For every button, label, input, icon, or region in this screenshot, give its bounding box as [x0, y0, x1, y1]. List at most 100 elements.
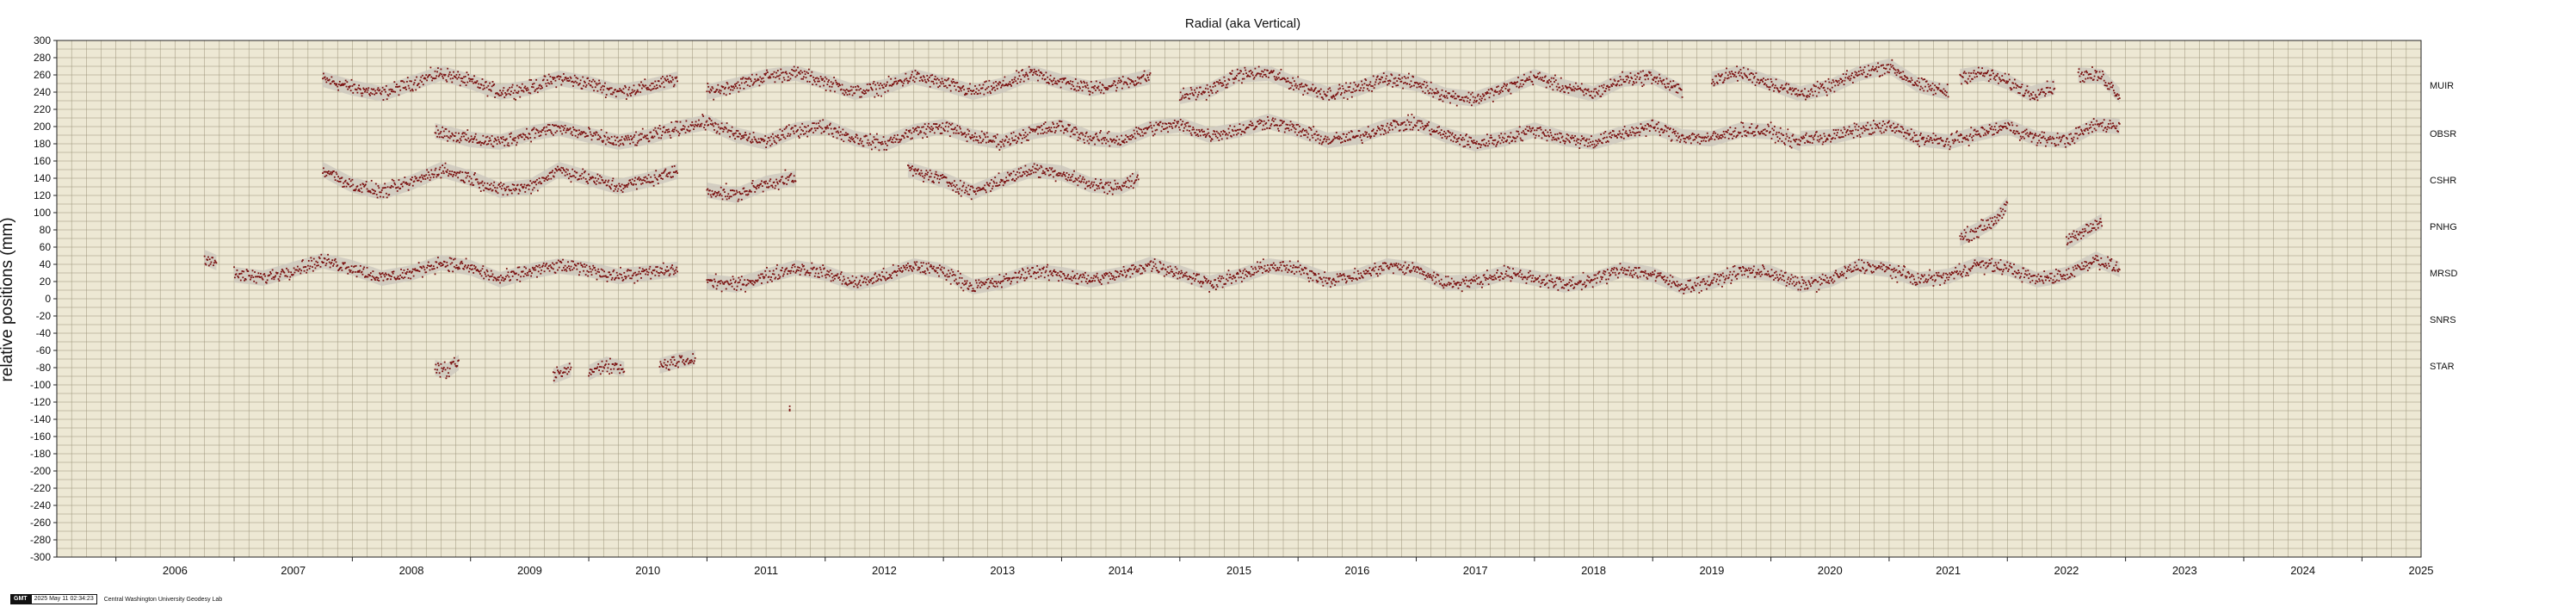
data-point: [2006, 82, 2009, 84]
data-point: [866, 142, 868, 145]
data-point: [1912, 140, 1915, 143]
data-point: [717, 123, 720, 126]
data-point: [1560, 141, 1561, 144]
data-point: [1578, 147, 1581, 149]
data-point: [391, 178, 393, 181]
data-point: [699, 123, 701, 126]
data-point: [729, 93, 731, 95]
data-point: [1718, 135, 1720, 138]
data-point: [1158, 124, 1160, 127]
data-point: [1461, 96, 1464, 99]
data-point: [912, 127, 914, 129]
data-point: [982, 84, 985, 86]
data-point: [873, 80, 875, 83]
data-point: [656, 132, 658, 134]
data-point: [732, 89, 734, 91]
data-point: [1140, 128, 1143, 131]
data-point: [1825, 91, 1827, 93]
data-point: [826, 125, 829, 127]
data-point: [463, 135, 465, 138]
data-point: [1891, 59, 1893, 61]
data-point: [690, 125, 693, 127]
data-point: [929, 130, 931, 133]
data-point: [485, 136, 487, 139]
data-point: [1368, 84, 1371, 85]
data-point: [1837, 128, 1839, 131]
data-point: [405, 80, 408, 83]
data-point: [1551, 139, 1554, 141]
data-point: [704, 128, 707, 131]
data-point: [2080, 73, 2083, 75]
data-point: [969, 90, 972, 91]
data-point: [1277, 127, 1279, 130]
data-point: [865, 134, 868, 137]
data-point: [974, 91, 977, 93]
data-point: [1501, 139, 1504, 141]
data-point: [1588, 138, 1591, 140]
data-point: [1189, 130, 1190, 132]
data-point: [1528, 78, 1529, 81]
data-point: [1405, 128, 1408, 130]
data-point: [1600, 133, 1603, 136]
data-point: [1195, 98, 1197, 101]
data-point: [538, 135, 541, 138]
data-point: [1602, 86, 1604, 89]
data-point: [1645, 135, 1647, 138]
data-point: [1098, 139, 1101, 142]
data-point: [916, 73, 918, 76]
data-point: [529, 137, 532, 139]
data-point: [2105, 131, 2108, 133]
data-point: [855, 85, 856, 88]
data-point: [608, 141, 610, 144]
data-point: [868, 142, 871, 145]
data-point: [460, 139, 462, 142]
data-point: [364, 89, 367, 91]
data-point: [325, 81, 328, 84]
data-point: [765, 146, 767, 149]
data-point: [639, 84, 641, 87]
data-point: [508, 92, 510, 95]
data-point: [1836, 132, 1838, 134]
data-point: [1180, 98, 1183, 101]
data-point: [1819, 134, 1821, 137]
data-point: [762, 77, 764, 79]
data-point: [1195, 128, 1198, 131]
data-point: [1665, 77, 1668, 80]
data-point: [1832, 79, 1834, 82]
data-point: [2030, 94, 2033, 96]
data-point: [766, 143, 768, 145]
data-point: [1035, 70, 1038, 72]
data-point: [948, 126, 950, 128]
data-point: [1791, 87, 1794, 90]
data-point: [1142, 75, 1144, 77]
data-point: [1560, 77, 1562, 79]
data-point: [1576, 138, 1578, 140]
data-point: [399, 89, 402, 91]
data-point: [1181, 96, 1183, 99]
data-point: [1075, 90, 1078, 92]
data-point: [1010, 84, 1012, 85]
data-point: [1689, 134, 1691, 137]
data-point: [1199, 134, 1202, 137]
data-point: [1468, 136, 1471, 139]
data-point: [734, 84, 736, 85]
data-point: [802, 130, 804, 132]
data-point: [928, 122, 930, 125]
data-point: [870, 144, 872, 146]
data-point: [1930, 90, 1932, 91]
data-point: [1663, 131, 1665, 133]
data-point: [1111, 84, 1114, 87]
data-point: [947, 130, 949, 133]
data-point: [991, 139, 994, 142]
data-point: [871, 140, 874, 143]
data-point: [769, 77, 772, 79]
data-point: [804, 133, 806, 135]
data-point: [1825, 94, 1828, 96]
data-point: [1208, 95, 1211, 96]
data-point: [1706, 132, 1708, 134]
data-point: [1476, 140, 1478, 143]
data-point: [880, 142, 882, 144]
data-point: [1925, 80, 1928, 83]
data-point: [478, 83, 480, 85]
data-point: [1665, 130, 1668, 133]
